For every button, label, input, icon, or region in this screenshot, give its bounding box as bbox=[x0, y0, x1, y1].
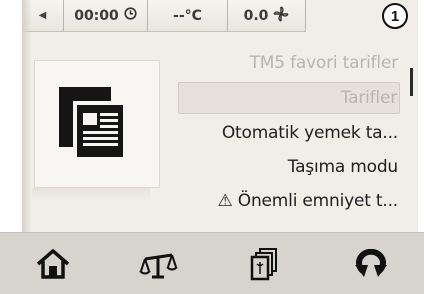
menu-list: TM5 favori tarifler Tarifler Otomatik ye… bbox=[178, 46, 400, 218]
menu-item-tm5-favorites[interactable]: TM5 favori tarifler bbox=[178, 46, 400, 80]
fan-icon bbox=[273, 5, 289, 26]
turbo-icon bbox=[355, 248, 387, 277]
display-area: ◀ 00:00 --°C 0.0 1 TM5 favori tarifler T… bbox=[22, 0, 418, 232]
temperature-value: --°C bbox=[173, 7, 202, 24]
temperature-display[interactable]: --°C bbox=[148, 0, 228, 32]
recipe-card-illustration bbox=[34, 60, 160, 188]
status-bar: ◀ 00:00 --°C 0.0 1 bbox=[22, 0, 418, 32]
card-reflection bbox=[32, 188, 150, 202]
scale-button[interactable] bbox=[106, 233, 212, 294]
time-value: 00:00 bbox=[74, 7, 119, 24]
menu-item-recipes[interactable]: Tarifler bbox=[178, 82, 400, 114]
turbo-button[interactable] bbox=[318, 233, 424, 294]
home-button[interactable] bbox=[0, 233, 106, 294]
menu-item-transport-mode[interactable]: Taşıma modu bbox=[178, 150, 400, 184]
status-bar-right: 1 bbox=[306, 0, 418, 32]
menu-item-safety-notes[interactable]: ⚠ Önemli emniyet t... bbox=[178, 184, 400, 218]
back-button[interactable]: ◀ bbox=[22, 0, 64, 32]
left-arrow-icon: ◀ bbox=[38, 10, 47, 21]
clock-icon bbox=[124, 7, 137, 24]
speed-value: 0.0 bbox=[243, 7, 269, 24]
thermomix-screen: ◀ 00:00 --°C 0.0 1 TM5 favori tarifler T… bbox=[0, 0, 424, 294]
menu-item-auto-cooking[interactable]: Otomatik yemek ta... bbox=[178, 116, 400, 150]
recipe-book-button[interactable] bbox=[212, 233, 318, 294]
recipe-cards-icon bbox=[59, 87, 127, 161]
recipe-book-icon bbox=[250, 247, 277, 280]
speed-display[interactable]: 0.0 bbox=[228, 0, 306, 32]
timer-display[interactable]: 00:00 bbox=[64, 0, 148, 32]
scrollbar-thumb[interactable] bbox=[410, 68, 413, 96]
callout-badge: 1 bbox=[382, 3, 408, 29]
scale-icon bbox=[139, 253, 178, 278]
scrollbar[interactable] bbox=[410, 40, 413, 200]
bottom-nav-bar bbox=[0, 232, 424, 294]
home-icon bbox=[36, 248, 70, 279]
